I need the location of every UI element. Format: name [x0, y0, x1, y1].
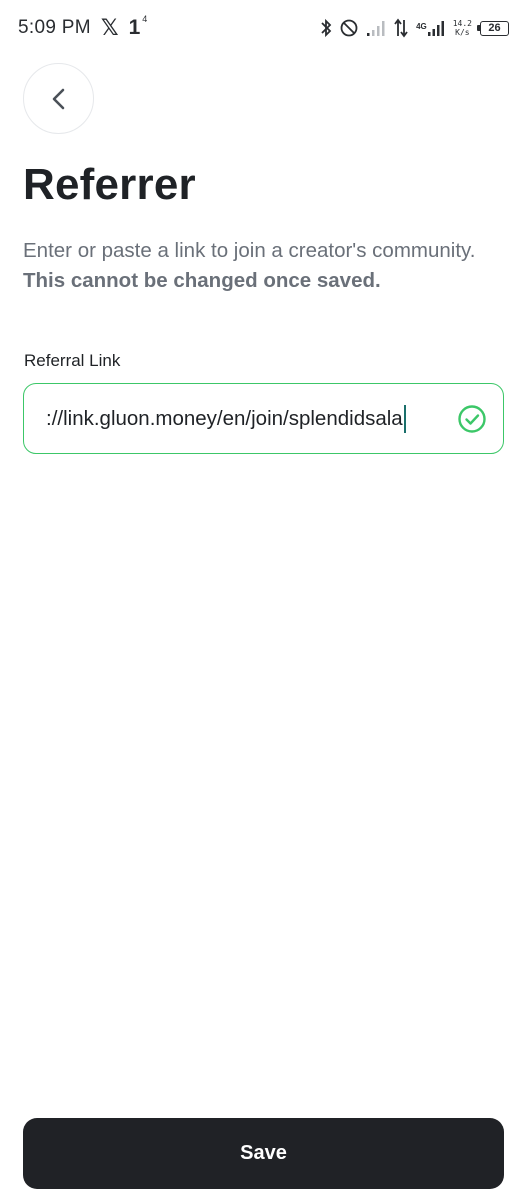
referral-link-field[interactable]: ://link.gluon.money/en/join/splendidsala: [23, 383, 504, 454]
do-not-disturb-icon: [340, 19, 358, 37]
description-warning: This cannot be changed once saved.: [23, 268, 381, 292]
x-logo-icon: 𝕏: [100, 15, 119, 41]
referral-link-input[interactable]: ://link.gluon.money/en/join/splendidsala: [46, 404, 445, 433]
status-bar: 5:09 PM 𝕏 14 4G 14.2 K/s 26: [0, 0, 527, 56]
referral-link-label: Referral Link: [24, 351, 121, 370]
status-time: 5:09 PM: [18, 17, 91, 38]
check-circle-icon: [458, 404, 486, 433]
status-right: 4G 14.2 K/s 26: [320, 18, 509, 38]
notification-count: 14: [128, 14, 148, 40]
status-left: 5:09 PM 𝕏 14: [18, 14, 148, 41]
notification-count-value: 1: [128, 16, 141, 39]
battery-icon: 26: [477, 20, 509, 36]
signal-icon: [366, 19, 386, 37]
text-cursor: [403, 404, 407, 433]
bluetooth-icon: [320, 18, 332, 38]
referral-link-value: ://link.gluon.money/en/join/splendidsala: [46, 406, 403, 430]
battery-level: 26: [488, 22, 501, 34]
speed-value: 14.2: [452, 19, 472, 28]
description: Enter or paste a link to join a creator'…: [23, 236, 487, 295]
speed-unit: K/s: [455, 28, 470, 37]
notification-superscript: 4: [142, 14, 148, 24]
description-text: Enter or paste a link to join a creator'…: [23, 239, 476, 262]
network-badge: 4G: [416, 22, 427, 31]
save-button[interactable]: Save: [23, 1118, 504, 1189]
page-title: Referrer: [23, 160, 196, 209]
signal-4g-icon: 4G: [416, 19, 445, 37]
chevron-left-icon: [52, 88, 64, 109]
back-button[interactable]: [23, 63, 94, 134]
data-arrows-icon: [394, 18, 408, 38]
network-speed: 14.2 K/s: [453, 19, 472, 37]
